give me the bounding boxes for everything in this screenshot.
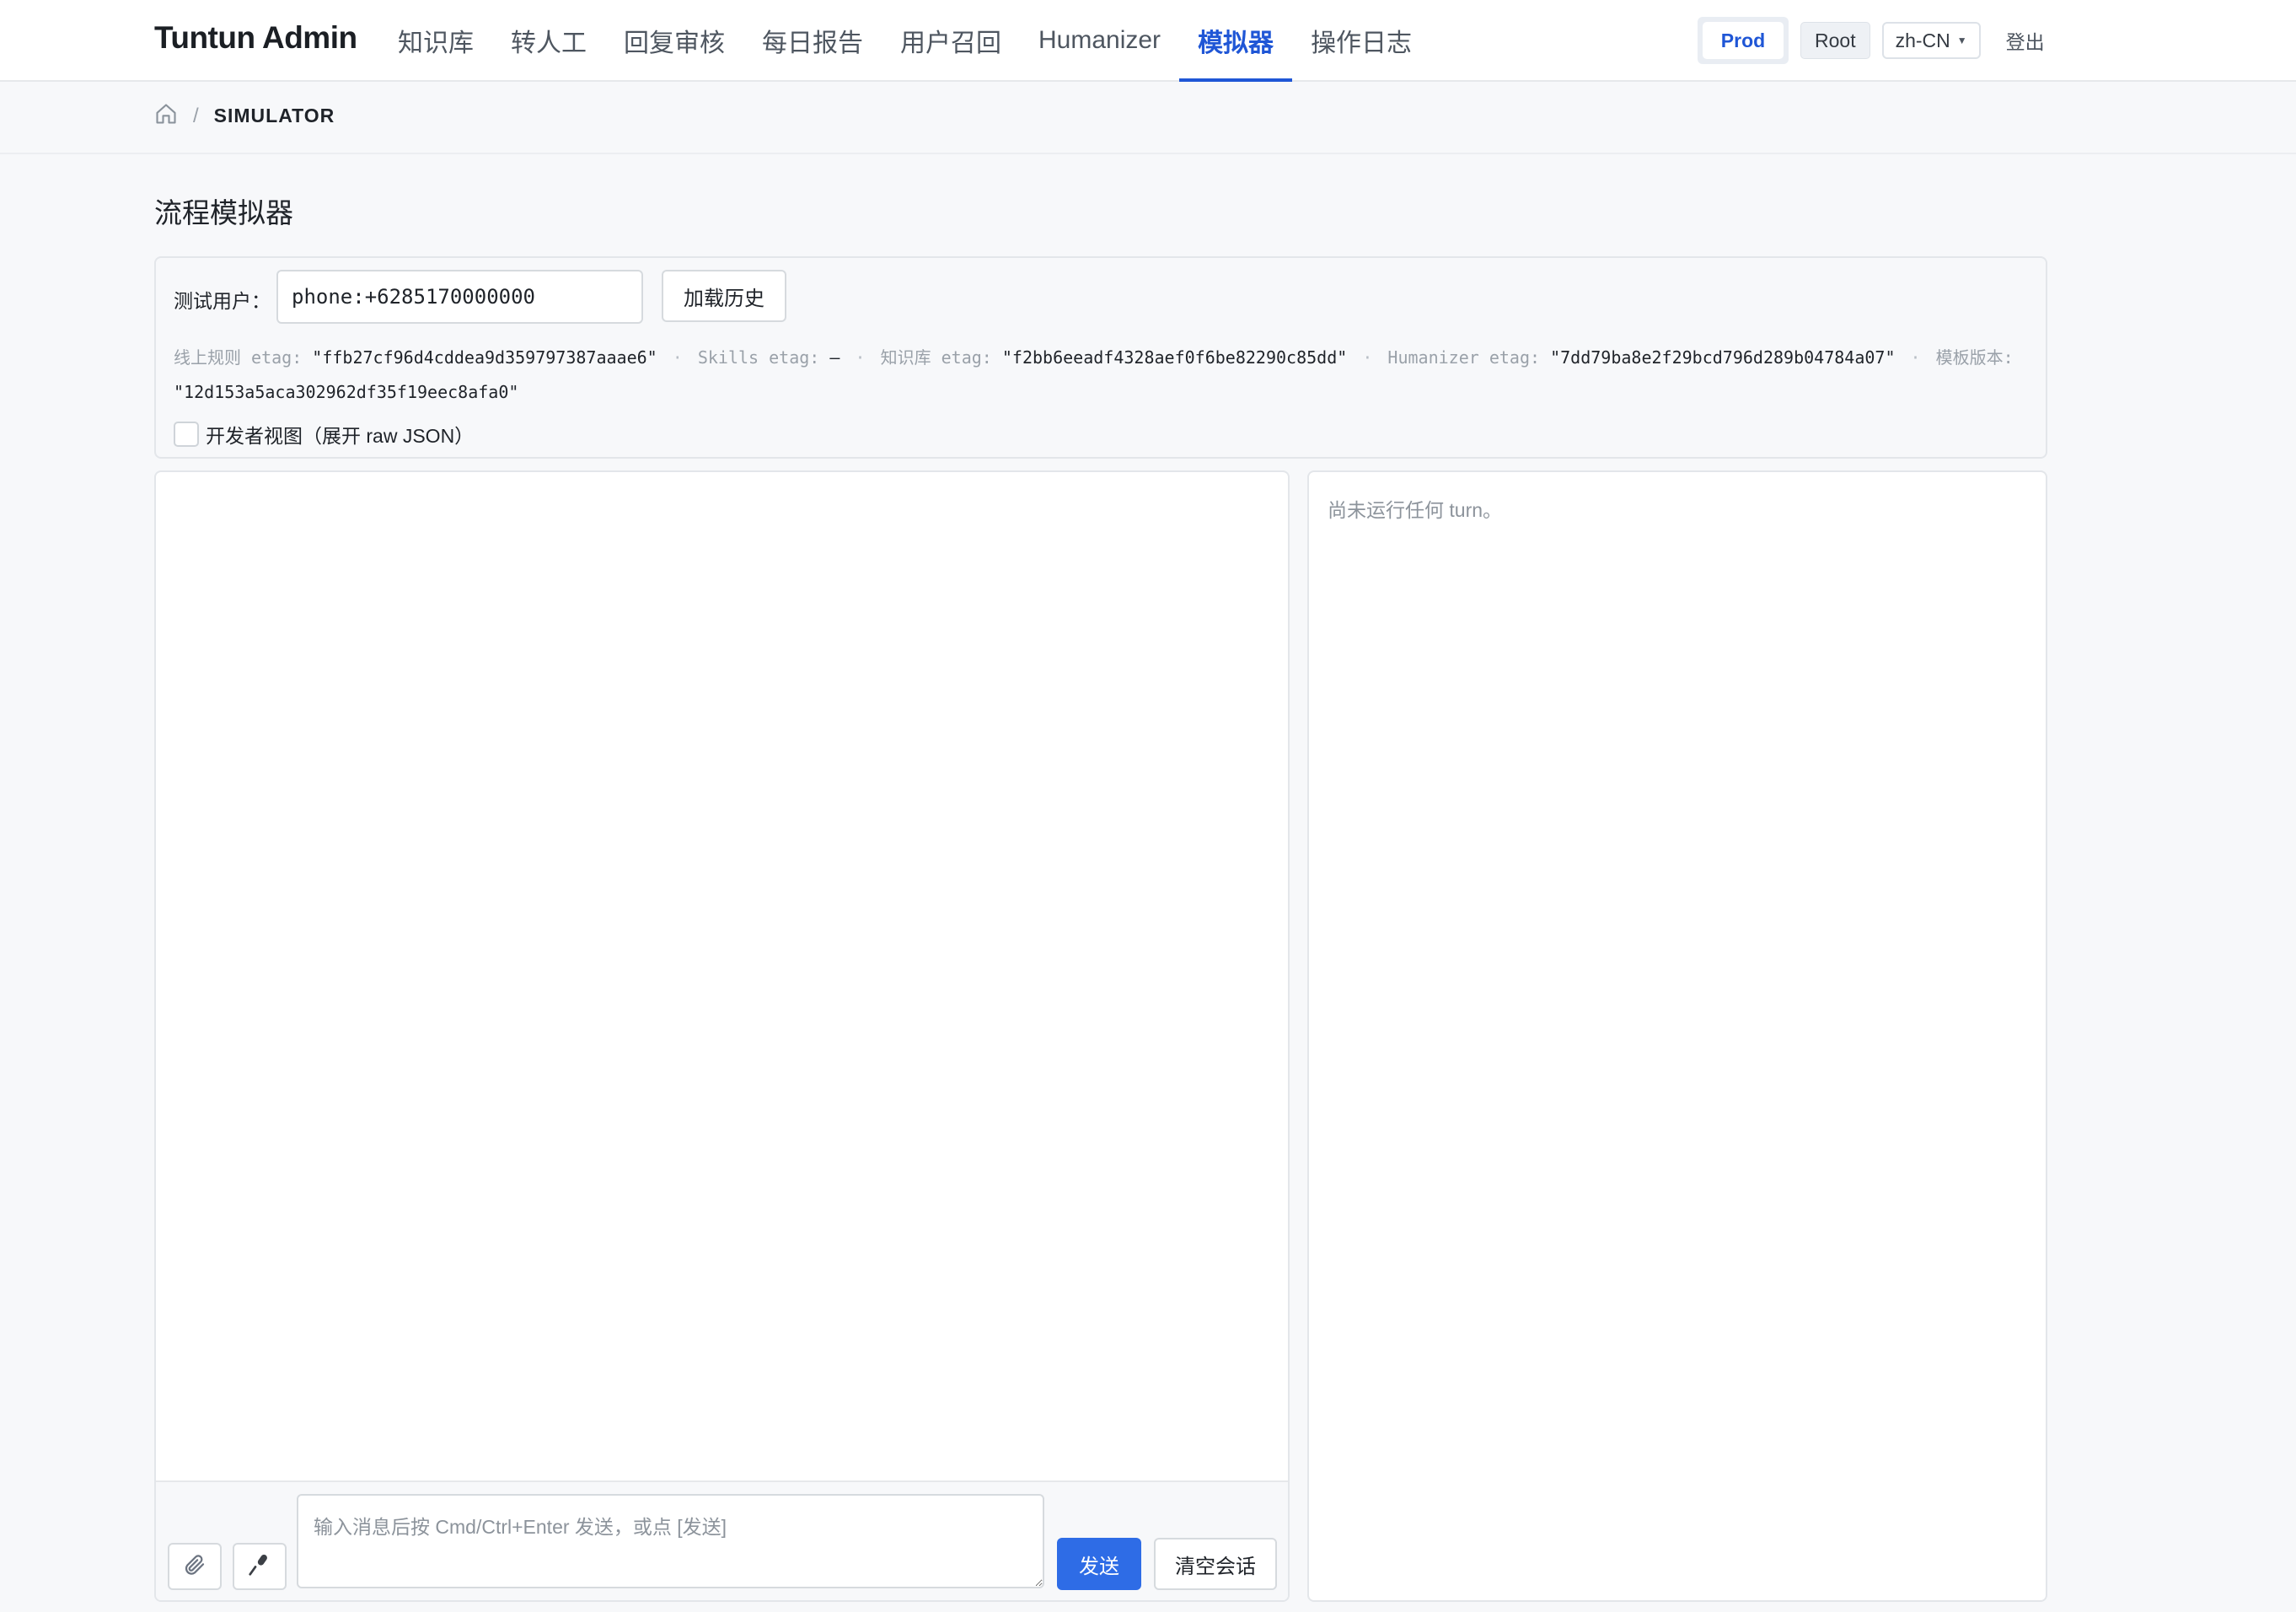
voice-button[interactable]	[233, 1543, 287, 1590]
nav-item-label: 知识库	[398, 29, 474, 57]
separator-dot: ·	[1910, 347, 1921, 368]
separator-dot: ·	[672, 347, 683, 368]
nav-item-label: 用户召回	[900, 29, 1001, 57]
breadcrumb-current: SIMULATOR	[213, 105, 335, 126]
caret-down-icon: ▼	[1956, 35, 1967, 46]
skills-etag-label: Skills etag:	[697, 347, 820, 368]
nav-item-label: 转人工	[511, 29, 587, 57]
clear-session-button[interactable]: 清空会话	[1154, 1538, 1277, 1590]
rules-etag-value: "ffb27cf96d4cddea9d359797387aaae6"	[312, 347, 657, 368]
humanizer-etag-value: "7dd79ba8e2f29bcd796d289b04784a07"	[1550, 347, 1896, 368]
test-user-label: 测试用户：	[174, 290, 271, 312]
paperclip-icon	[182, 1552, 207, 1582]
nav-item-audit-log[interactable]: 操作日志	[1292, 0, 1430, 80]
nav-item-humanizer[interactable]: Humanizer	[1020, 0, 1179, 80]
env-switch: Prod	[1698, 17, 1789, 64]
header-actions: Prod Root zh-CN ▼ 登出	[1698, 17, 2045, 64]
message-composer: 发送 清空会话	[156, 1480, 1288, 1600]
home-icon[interactable]	[154, 102, 178, 130]
rules-etag-label: 线上规则 etag:	[174, 347, 303, 368]
app-title[interactable]: Tuntun Admin	[154, 20, 357, 56]
nav-item-label: 操作日志	[1311, 29, 1413, 57]
skills-etag-value: —	[829, 347, 840, 368]
nav-item-daily-report[interactable]: 每日报告	[743, 0, 882, 80]
kb-etag-value: "f2bb6eeadf4328aef0f6be82290c85dd"	[1001, 347, 1348, 368]
send-button[interactable]: 发送	[1057, 1538, 1141, 1590]
microphone-icon	[247, 1552, 272, 1582]
main-nav: 知识库 转人工 回复审核 每日报告 用户召回 Humanizer 模拟器 操作日…	[379, 0, 1430, 82]
nav-item-handoff[interactable]: 转人工	[492, 0, 605, 80]
template-version-value: "12d153a5aca302962df35f19eec8afa0"	[174, 382, 519, 402]
nav-item-reply-review[interactable]: 回复审核	[605, 0, 743, 80]
breadcrumb: / SIMULATOR	[154, 102, 335, 130]
chat-messages-area	[156, 472, 1288, 1484]
breadcrumb-bar: / SIMULATOR	[0, 82, 2296, 154]
breadcrumb-separator: /	[193, 104, 199, 127]
humanizer-etag-label: Humanizer etag:	[1387, 347, 1541, 368]
trace-empty-text: 尚未运行任何 turn。	[1328, 499, 1503, 521]
separator-dot: ·	[855, 347, 866, 368]
dev-view-checkbox[interactable]	[174, 422, 199, 447]
simulator-config-panel: 测试用户： 加载历史 线上规则 etag: "ffb27cf96d4cddea9…	[154, 256, 2047, 459]
nav-item-label: 模拟器	[1198, 29, 1274, 57]
top-navbar: Tuntun Admin 知识库 转人工 回复审核 每日报告 用户召回 Huma…	[0, 0, 2296, 82]
language-value: zh-CN	[1895, 29, 1950, 51]
trace-panel: 尚未运行任何 turn。	[1307, 470, 2047, 1602]
language-select[interactable]: zh-CN ▼	[1881, 22, 1981, 59]
nav-item-label: 回复审核	[624, 29, 725, 57]
dev-view-label: 开发者视图（展开 raw JSON）	[206, 425, 475, 447]
nav-item-knowledge-base[interactable]: 知识库	[379, 0, 492, 80]
nav-item-label: Humanizer	[1038, 25, 1161, 54]
chat-panel: 发送 清空会话	[154, 470, 1290, 1602]
attach-button[interactable]	[168, 1543, 222, 1590]
role-badge: Root	[1800, 22, 1870, 59]
logout-link[interactable]: 登出	[2006, 26, 2045, 55]
nav-item-user-recall[interactable]: 用户召回	[882, 0, 1020, 80]
template-version-label: 模板版本:	[1935, 347, 2014, 368]
page-title: 流程模拟器	[154, 197, 293, 228]
message-input[interactable]	[297, 1494, 1044, 1588]
nav-item-label: 每日报告	[762, 29, 863, 57]
env-button[interactable]: Prod	[1703, 22, 1784, 59]
load-history-button[interactable]: 加载历史	[662, 270, 786, 322]
separator-dot: ·	[1362, 347, 1373, 368]
etag-info: 线上规则 etag: "ffb27cf96d4cddea9d359797387a…	[174, 341, 2036, 410]
dev-view-toggle[interactable]: 开发者视图（展开 raw JSON）	[174, 420, 474, 449]
test-user-input[interactable]	[276, 270, 643, 324]
nav-item-simulator[interactable]: 模拟器	[1179, 0, 1293, 82]
kb-etag-label: 知识库 etag:	[880, 347, 992, 368]
